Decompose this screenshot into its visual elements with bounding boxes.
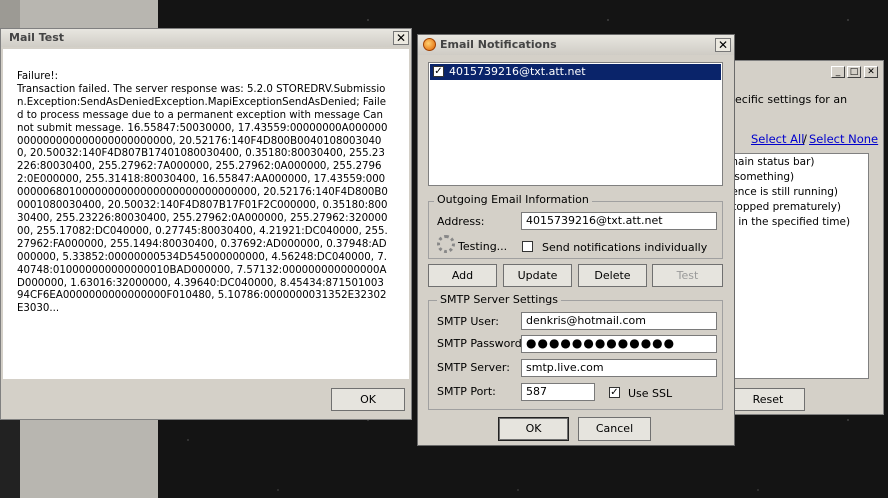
smtp-port-label: SMTP Port: — [437, 385, 496, 398]
spinner-icon — [437, 235, 455, 253]
cancel-button[interactable]: Cancel — [578, 417, 651, 441]
list-item[interactable]: s stopped prematurely) — [718, 201, 841, 213]
event-list[interactable]: e main status bar) do something) quence … — [718, 153, 869, 379]
smtp-user-label: SMTP User: — [437, 315, 499, 328]
list-item[interactable]: quence is still running) — [718, 186, 838, 198]
delete-button[interactable]: Delete — [578, 264, 647, 287]
group-title: Outgoing Email Information — [434, 193, 592, 206]
background-dark-strip — [0, 420, 20, 498]
mail-test-titlebar[interactable]: Mail Test ✕ — [1, 29, 411, 47]
failure-message: Failure!: Transaction failed. The server… — [17, 71, 388, 315]
ok-button[interactable]: OK — [331, 388, 405, 411]
update-button[interactable]: Update — [503, 264, 572, 287]
testing-status: Testing... — [458, 240, 508, 253]
address-label: Address: — [437, 215, 485, 228]
list-item[interactable]: ✓ 4015739216@txt.att.net — [430, 64, 721, 80]
background-window-description: ecific settings for an — [735, 93, 848, 106]
recipient-checkbox[interactable]: ✓ — [433, 66, 444, 77]
email-notifications-dialog: Email Notifications ✕ ✓ 4015739216@txt.a… — [417, 34, 735, 446]
smtp-server-input[interactable]: smtp.live.com — [521, 359, 717, 377]
send-individually-checkbox[interactable] — [522, 241, 533, 252]
close-button[interactable]: ✕ — [715, 38, 731, 52]
use-ssl-label: Use SSL — [628, 387, 673, 400]
add-button[interactable]: Add — [428, 264, 497, 287]
smtp-user-input[interactable]: denkris@hotmail.com — [521, 312, 717, 330]
address-input[interactable]: 4015739216@txt.att.net — [521, 212, 717, 230]
dialog-titlebar[interactable]: Email Notifications ✕ — [418, 35, 734, 55]
background-settings-window: _ □ ✕ ecific settings for an Select All … — [718, 60, 884, 415]
smtp-port-input[interactable]: 587 — [521, 383, 595, 401]
ok-button[interactable]: OK — [498, 417, 569, 441]
reset-button[interactable]: Reset — [731, 388, 805, 411]
test-button[interactable]: Test — [652, 264, 723, 287]
close-button[interactable]: ✕ — [864, 66, 878, 78]
smtp-server-label: SMTP Server: — [437, 361, 510, 374]
link-separator: / — [803, 132, 807, 146]
recipient-address: 4015739216@txt.att.net — [449, 65, 586, 78]
close-button[interactable]: ✕ — [393, 31, 409, 45]
select-none-link[interactable]: Select None — [809, 132, 878, 146]
window-title: Mail Test — [9, 31, 65, 44]
minimize-button[interactable]: _ — [831, 66, 845, 78]
select-all-link[interactable]: Select All — [751, 132, 804, 146]
dialog-title: Email Notifications — [440, 38, 557, 51]
recipient-list[interactable]: ✓ 4015739216@txt.att.net — [428, 62, 723, 186]
smtp-password-label: SMTP Password: — [437, 337, 526, 350]
maximize-button[interactable]: □ — [847, 66, 861, 78]
smtp-password-input[interactable]: ●●●●●●●●●●●●● — [521, 335, 717, 353]
list-item[interactable]: ete in the specified time) — [718, 216, 850, 228]
send-individually-label: Send notifications individually — [542, 241, 708, 254]
message-area: Failure!: Transaction failed. The server… — [3, 49, 409, 379]
use-ssl-checkbox[interactable]: ✓ — [609, 387, 620, 398]
group-title: SMTP Server Settings — [437, 293, 562, 306]
app-icon — [423, 38, 436, 51]
mail-test-window: Mail Test ✕ Failure!: Transaction failed… — [0, 28, 412, 420]
